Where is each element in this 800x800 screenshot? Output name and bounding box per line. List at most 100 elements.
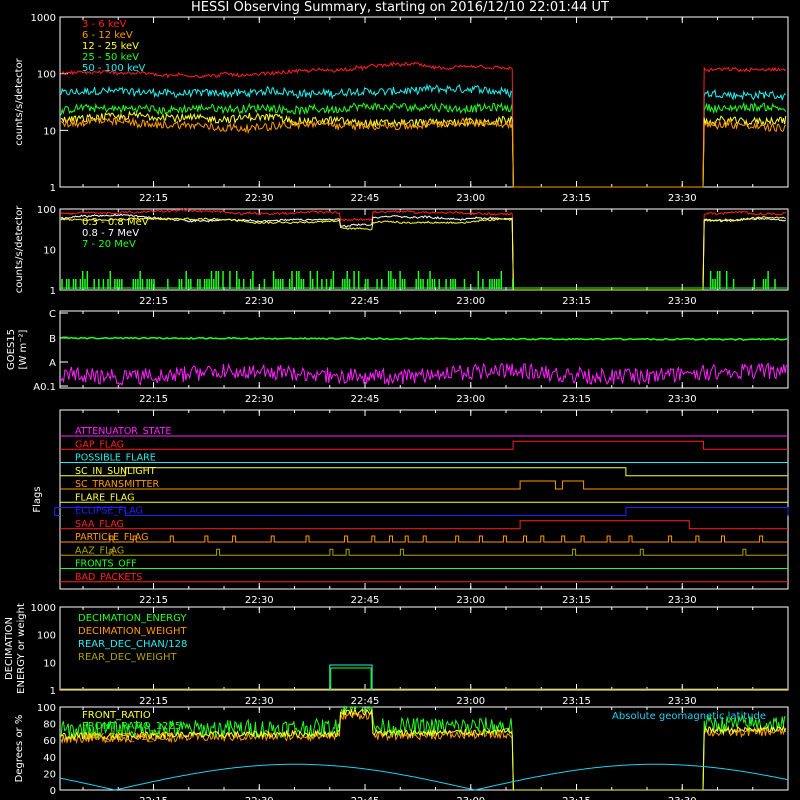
flag-label: SC_TRANSMITTER — [75, 479, 160, 490]
legend-entry: 7 - 20 MeV — [82, 239, 136, 250]
panel-goes-ylabel: GOES15 — [6, 329, 17, 370]
flag-line — [60, 548, 788, 556]
time-tick-label: 23:00 — [456, 394, 485, 405]
y-tick-label: 1 — [50, 286, 56, 297]
flag-label: SAA_FLAG — [75, 519, 124, 530]
flag-line — [60, 535, 788, 543]
time-tick-label: 22:15 — [139, 696, 168, 707]
y-tick-label: 20 — [43, 769, 56, 780]
flag-label: POSSIBLE_FLARE — [75, 453, 156, 464]
y-tick-label: A0.1 — [33, 382, 56, 393]
flag-label: ATTENUATOR_STATE — [75, 426, 171, 437]
flag-label: GAP_FLAG — [75, 439, 124, 450]
legend-entry: 6 - 12 keV — [82, 30, 133, 41]
legend-entry: 12 - 25 keV — [82, 41, 139, 52]
flag-label: PARTICLE_FLAG — [75, 532, 148, 543]
y-tick-label: 100 — [37, 70, 56, 81]
panel-countrates-high-frame — [59, 208, 789, 291]
y-tick-label: 1000 — [31, 13, 56, 24]
time-tick-label: 23:00 — [456, 296, 485, 307]
time-tick-label: 22:45 — [351, 796, 380, 800]
legend-entry: DECIMATION_WEIGHT — [78, 626, 187, 637]
time-tick-label: 23:15 — [562, 193, 591, 204]
panel-flags-ylabel: Flags — [32, 486, 43, 512]
y-tick-label: A — [49, 358, 56, 369]
time-tick-label: 22:15 — [139, 595, 168, 606]
time-tick-label: 22:30 — [245, 296, 274, 307]
legend-entry: 25 - 50 keV — [82, 52, 139, 63]
time-tick-label: 23:30 — [668, 296, 697, 307]
flag-line — [60, 467, 788, 477]
y-tick-label: 1000 — [31, 603, 56, 614]
time-tick-label: 22:45 — [351, 595, 380, 606]
panel-countrates-low-frame — [59, 16, 789, 188]
legend-entry: REAR_DEC_CHAN/128 — [78, 639, 187, 650]
legend-entry: MAX_DET_VS_TOT — [82, 732, 174, 743]
flag-label: FLARE_FLAG — [75, 492, 135, 503]
time-tick-label: 22:30 — [245, 595, 274, 606]
panel-countrates-low-ylabel: counts/s/detector — [14, 57, 25, 145]
time-tick-label: 23:00 — [456, 595, 485, 606]
y-tick-label: 40 — [43, 753, 56, 764]
series-line-red — [60, 208, 786, 291]
time-tick-label: 22:30 — [245, 394, 274, 405]
time-tick-label: 23:00 — [456, 193, 485, 204]
series-line-3 — [60, 110, 787, 188]
time-tick-label: 22:15 — [139, 296, 168, 307]
y-tick-label: 0 — [50, 786, 56, 797]
series-line-2 — [60, 115, 787, 188]
y-tick-label: 10 — [43, 658, 56, 669]
time-tick-label: 23:00 — [456, 796, 485, 800]
time-tick-label: 23:30 — [668, 193, 697, 204]
time-tick-label: 23:15 — [562, 595, 591, 606]
time-tick-label: 22:30 — [245, 796, 274, 800]
time-tick-label: 23:30 — [668, 394, 697, 405]
legend-entry: DECIMATION_ENERGY — [78, 613, 187, 624]
time-tick-label: 22:30 — [245, 696, 274, 707]
time-tick-label: 22:45 — [351, 696, 380, 707]
legend-entry: REAR_DEC_WEIGHT — [78, 652, 177, 663]
series-line-4 — [60, 101, 787, 188]
y-tick-label: C — [49, 309, 56, 320]
y-tick-label: 100 — [37, 631, 56, 642]
flag-line — [60, 440, 788, 450]
time-tick-label: 22:15 — [139, 796, 168, 800]
y-tick-label: 100 — [37, 205, 56, 216]
time-tick-label: 23:30 — [668, 595, 697, 606]
flag-line — [54, 507, 789, 516]
y-tick-label: 1 — [50, 183, 56, 194]
time-tick-label: 22:45 — [351, 193, 380, 204]
time-tick-label: 22:30 — [245, 193, 274, 204]
time-tick-label: 23:30 — [668, 696, 697, 707]
y-tick-label: 1 — [50, 686, 56, 697]
time-tick-label: 23:15 — [562, 796, 591, 800]
flag-line — [60, 520, 788, 530]
series-line-5 — [60, 83, 787, 188]
panel-ratios-ylabel: Degrees or % — [14, 715, 25, 783]
time-tick-label: 23:00 — [456, 696, 485, 707]
flag-line — [60, 480, 788, 490]
series-line-rear-dec — [329, 664, 373, 690]
time-tick-label: 23:15 — [562, 394, 591, 405]
time-tick-label: 22:15 — [139, 394, 168, 405]
flag-label: FRONTS_OFF — [75, 559, 137, 570]
legend-entry: Absolute geomagnetic latitude — [612, 711, 766, 722]
time-tick-label: 23:15 — [562, 696, 591, 707]
y-tick-label: 10 — [43, 246, 56, 257]
series-line-1 — [60, 336, 788, 341]
y-tick-label: 60 — [43, 736, 56, 747]
y-tick-label: B — [49, 334, 56, 345]
flag-label: BAD_PACKETS — [75, 572, 142, 583]
flag-label: AAZ_FLAG — [75, 545, 124, 556]
series-line-2 — [60, 216, 786, 291]
series-line-3 — [61, 271, 776, 289]
summary-plots: 22:15 22:30 22:45 23:00 23:15 23:30 counts/s/d… — [4, 13, 789, 800]
panel-goes-yunits: [W m⁻²] — [18, 329, 29, 369]
series-line-1 — [60, 213, 787, 291]
panel-countrates-high-ylabel: counts/s/detector — [14, 205, 25, 293]
legend-entry: 0.8 - 7 MeV — [82, 228, 139, 239]
time-tick-label: 22:45 — [351, 394, 380, 405]
time-tick-label: 22:45 — [351, 296, 380, 307]
series-line-4 — [59, 763, 789, 791]
panel-decimation-ylabel: DECIMATION — [4, 617, 15, 680]
